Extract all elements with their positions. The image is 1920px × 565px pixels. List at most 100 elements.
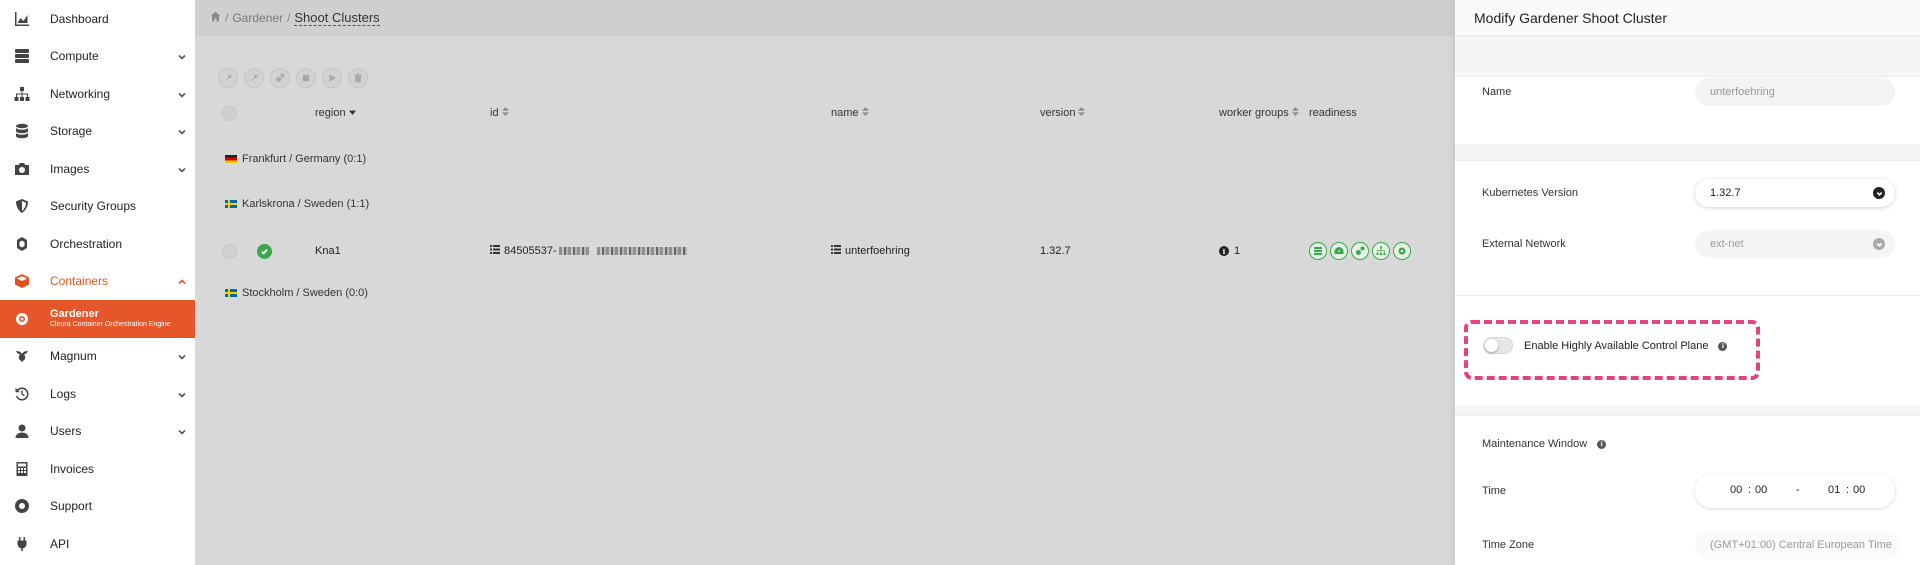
row-worker-groups[interactable]: i 1 [1219,242,1240,260]
sort-icon [859,107,869,119]
kubernetes-version-select[interactable]: 1.32.7 [1695,179,1895,207]
time-end-hour[interactable]: 01 [1828,484,1840,496]
group-row-stockholm[interactable]: Stockholm / Sweden (0:0) [225,287,368,299]
home-icon[interactable] [210,11,221,25]
wrench-icon [224,74,232,82]
time-range-input[interactable]: 00 : 00 - 01 : 00 [1695,474,1895,508]
history-icon [14,386,30,402]
sidebar-item-label: Images [50,161,90,176]
row-region: Kna1 [315,245,341,257]
orchestration-icon [14,236,30,252]
sidebar-item-compute[interactable]: Compute [0,38,195,76]
time-end-minute[interactable]: 00 [1853,484,1865,496]
column-name[interactable]: name [831,107,869,119]
main-content: / Gardener / Shoot Clusters region id na… [195,0,1455,565]
sidebar-item-logs[interactable]: Logs [0,375,195,413]
sidebar-item-label: Dashboard [50,11,109,26]
play-button[interactable] [322,68,342,88]
table-header: region id name version worker groups rea… [195,106,1455,123]
sidebar: Dashboard Compute Networking Storage Ima… [0,0,195,565]
database-icon [14,123,30,139]
time-start-minute[interactable]: 00 [1755,484,1767,496]
select-all-radio[interactable] [222,106,237,121]
breadcrumb-current[interactable]: Shoot Clusters [294,10,380,26]
sidebar-item-containers[interactable]: Containers [0,263,195,301]
sidebar-item-orchestration[interactable]: Orchestration [0,225,195,263]
sitemap-icon [14,86,30,102]
sidebar-subitem-gardener[interactable]: Gardener Cleura Container Orchestration … [0,300,195,338]
calculator-icon [14,461,30,477]
column-worker-groups[interactable]: worker groups [1219,107,1299,119]
info-icon[interactable]: i [1597,439,1607,449]
readiness-server-icon[interactable] [1309,242,1327,260]
row-version: 1.32.7 [1040,245,1071,257]
flag-sweden-icon [225,289,237,297]
sidebar-item-networking[interactable]: Networking [0,75,195,113]
chevron-down-icon [1873,187,1885,199]
user-icon [14,423,30,439]
sidebar-item-label: Compute [50,49,99,64]
group-row-karlskrona[interactable]: Karlskrona / Sweden (1:1) [225,198,369,210]
chevron-down-icon [177,164,187,174]
readiness-dashboard-icon[interactable] [1330,242,1348,260]
kubernetes-version-label: Kubernetes Version [1482,187,1579,199]
sidebar-item-images[interactable]: Images [0,150,195,188]
row-id[interactable]: 84505537- [490,242,687,260]
readiness-gears-icon[interactable] [1393,242,1411,260]
stop-button[interactable] [296,68,316,88]
info-icon[interactable]: i [1718,341,1728,351]
group-row-frankfurt[interactable]: Frankfurt / Germany (0:1) [225,153,366,165]
chevron-down-icon [177,126,187,136]
column-version[interactable]: version [1040,107,1086,119]
name-input[interactable] [1695,78,1895,106]
chevron-down-icon [177,89,187,99]
readiness-sitemap-icon[interactable] [1372,242,1390,260]
ha-control-plane-toggle[interactable] [1483,337,1513,354]
column-readiness: readiness [1309,107,1357,119]
redacted-id [596,247,687,255]
camera-icon [14,161,30,177]
column-region[interactable]: region [315,107,356,119]
table-row[interactable]: Kna1 84505537- unterfoehring 1.32.7 i 1 [195,242,1455,260]
sidebar-item-support[interactable]: Support [0,488,195,526]
sidebar-item-label: Users [50,424,82,439]
sidebar-item-magnum[interactable]: Magnum [0,338,195,376]
time-zone-input[interactable]: (GMT+01:00) Central European Time [1695,531,1900,559]
time-start-hour[interactable]: 00 [1730,484,1742,496]
readiness-icons [1309,242,1411,260]
delete-button[interactable] [348,68,368,88]
sidebar-item-users[interactable]: Users [0,413,195,451]
flag-germany-icon [225,155,237,163]
chart-area-icon [14,11,30,27]
sort-icon [1289,107,1299,119]
chevron-down-icon [177,351,187,361]
chevron-down-icon [1873,238,1885,250]
row-select-radio[interactable] [222,243,237,259]
sidebar-subitem-sublabel: Cleura Container Orchestration Engine [50,320,171,328]
name-label: Name [1482,86,1512,98]
wrench-alt-button[interactable] [244,68,264,88]
wrench-icon [250,74,258,82]
row-name[interactable]: unterfoehring [831,242,910,260]
external-network-label: External Network [1482,238,1566,250]
server-icon [14,48,30,64]
sidebar-item-api[interactable]: API [0,525,195,563]
life-ring-icon [14,498,30,514]
cogs-button[interactable] [270,68,290,88]
cogs-icon [276,73,285,82]
flag-sweden-icon [225,200,237,208]
readiness-cogs-icon[interactable] [1351,242,1369,260]
column-id[interactable]: id [490,107,509,119]
sidebar-item-security-groups[interactable]: Security Groups [0,188,195,226]
sidebar-item-invoices[interactable]: Invoices [0,450,195,488]
sidebar-item-label: API [50,536,70,551]
sidebar-item-label: Invoices [50,461,95,476]
breadcrumb-gardener[interactable]: Gardener [232,11,283,25]
chevron-down-icon [177,51,187,61]
sidebar-item-dashboard[interactable]: Dashboard [0,0,195,38]
sidebar-item-storage[interactable]: Storage [0,113,195,151]
wrench-button[interactable] [218,68,238,88]
external-network-select[interactable]: ext-net [1695,230,1895,258]
list-icon [831,245,845,257]
play-icon [329,74,336,82]
